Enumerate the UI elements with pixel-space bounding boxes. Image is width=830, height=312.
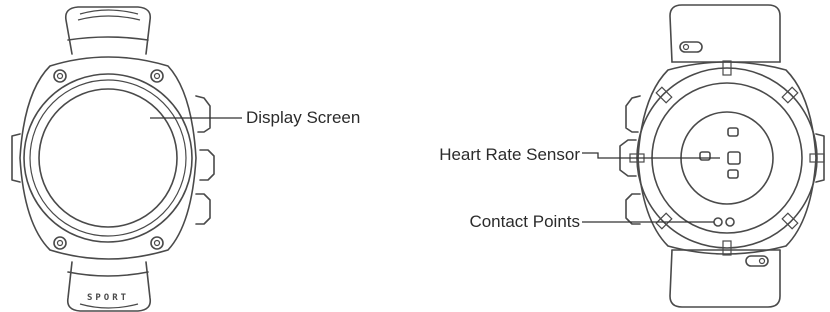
back-left-top-button — [625, 95, 641, 133]
display-screen-label: Display Screen — [246, 108, 361, 127]
front-screw-bottom-left — [53, 236, 67, 250]
back-top-strap — [669, 4, 781, 63]
front-bezel-inner — [29, 79, 187, 237]
front-right-mid-button — [199, 149, 215, 181]
front-case — [19, 56, 197, 260]
front-bezel-outer — [23, 73, 193, 243]
front-screw-top-right — [150, 69, 164, 83]
heart-rate-sensor — [699, 127, 741, 179]
band-sport-text: SPORT — [87, 293, 129, 303]
display-screen — [38, 88, 178, 228]
front-screw-bottom-right — [150, 236, 164, 250]
front-screw-top-left — [53, 69, 67, 83]
watch-diagram: SPORT — [11, 4, 825, 312]
watch-front-view: SPORT — [11, 6, 215, 312]
front-right-bottom-button — [195, 193, 211, 225]
heart-rate-sensor-label: Heart Rate Sensor — [439, 145, 580, 164]
contact-points — [713, 217, 735, 227]
contact-points-label: Contact Points — [469, 212, 580, 231]
front-left-button — [11, 133, 21, 183]
front-right-top-button — [195, 95, 211, 133]
back-left-bottom-button — [625, 193, 641, 225]
watch-back-view — [619, 4, 825, 308]
